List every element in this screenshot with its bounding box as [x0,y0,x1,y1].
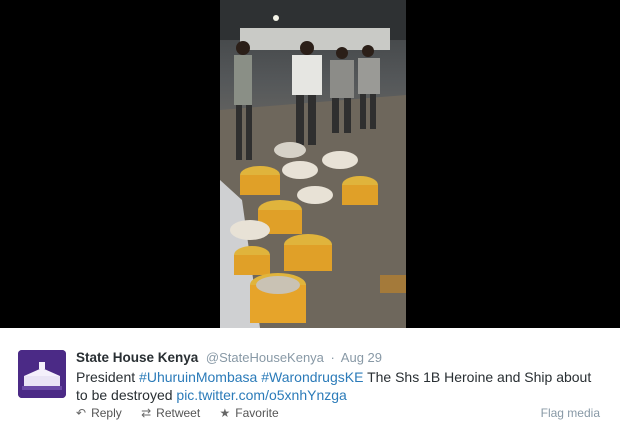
media-link[interactable]: pic.twitter.com/o5xnhYnzga [176,387,346,403]
hashtag-link[interactable]: #UhuruinMombasa [139,369,257,385]
tweet-text-part: President [76,369,140,385]
favorite-label: Favorite [235,406,279,420]
favorite-button[interactable]: ★ Favorite [220,406,279,420]
retweet-label: Retweet [156,406,201,420]
retweet-icon: ⇄ [141,406,152,420]
state-house-logo-icon [18,350,66,398]
avatar[interactable] [18,350,66,398]
reply-button[interactable]: ↶ Reply [76,406,122,420]
flag-media-link[interactable]: Flag media [541,406,600,420]
media-viewer [0,0,620,328]
header-separator: · [330,350,335,365]
account-fullname[interactable]: State House Kenya [76,350,198,365]
tweet-text: President #UhuruinMombasa #WarondrugsKE … [76,368,606,404]
star-icon: ★ [219,406,231,420]
reply-icon: ↶ [76,406,87,420]
hashtag-link[interactable]: #WarondrugsKE [261,369,363,385]
reply-label: Reply [91,406,122,420]
retweet-button[interactable]: ⇄ Retweet [141,406,200,420]
warehouse-photo-illustration [220,0,406,328]
tweet-photo[interactable] [220,0,406,328]
tweet-timestamp[interactable]: Aug 29 [341,350,382,365]
tweet-header: State House Kenya @StateHouseKenya · Aug… [76,350,382,366]
tweet-actions: ↶ Reply ⇄ Retweet ★ Favorite [76,406,295,420]
account-username[interactable]: @StateHouseKenya [206,350,324,365]
